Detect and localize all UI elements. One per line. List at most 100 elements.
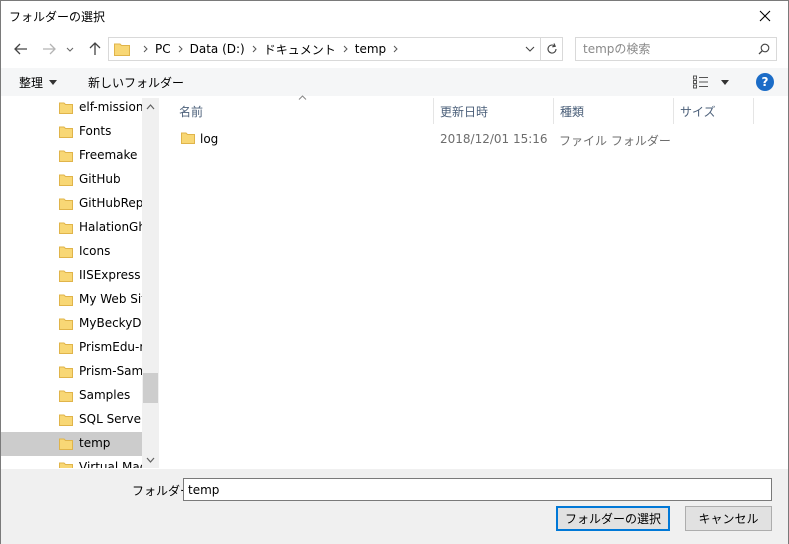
- breadcrumb-separator-icon[interactable]: [252, 45, 257, 53]
- organize-menu[interactable]: 整理: [19, 73, 58, 91]
- folder-icon: [59, 126, 73, 138]
- help-button[interactable]: ?: [756, 73, 774, 91]
- column-header-modified[interactable]: 更新日時: [440, 98, 488, 124]
- folder-name-input[interactable]: [183, 478, 772, 501]
- search-icon[interactable]: [758, 43, 770, 55]
- organize-label: 整理: [19, 75, 44, 90]
- command-bar: 整理 新しいフォルダー ?: [1, 68, 788, 96]
- tree-item[interactable]: Virtual Mach: [1, 456, 143, 468]
- tree-item[interactable]: SQL Server M: [1, 408, 143, 432]
- column-header-name[interactable]: 名前: [179, 98, 203, 124]
- column-divider[interactable]: [673, 98, 674, 124]
- breadcrumb-separator-icon[interactable]: [178, 45, 183, 53]
- folder-icon: [59, 198, 73, 210]
- folder-icon: [59, 174, 73, 186]
- address-history-dropdown[interactable]: [520, 38, 540, 60]
- tree-item[interactable]: HalationGho: [1, 216, 143, 240]
- tree-item[interactable]: Icons: [1, 240, 143, 264]
- tree-item[interactable]: PrismEdu-m: [1, 336, 143, 360]
- tree-item-label: Virtual Mach: [79, 460, 143, 468]
- new-folder-button[interactable]: 新しいフォルダー: [88, 73, 184, 91]
- tree-item[interactable]: Freemake: [1, 144, 143, 168]
- tree-item-label: Freemake: [79, 148, 138, 162]
- folder-icon: [59, 270, 73, 282]
- back-arrow-icon: [14, 43, 27, 55]
- chevron-up-icon: [146, 103, 155, 109]
- file-list[interactable]: 名前 更新日時 種類 サイズ log 2018/12/01 15:16 ファイル…: [161, 95, 788, 468]
- column-divider[interactable]: [753, 98, 754, 124]
- tree-item-label: Icons: [79, 244, 111, 258]
- tree-item[interactable]: My Web Site: [1, 288, 143, 312]
- breadcrumb-separator-icon[interactable]: [143, 45, 148, 53]
- tree-item-label: SQL Server M: [79, 412, 143, 426]
- column-divider[interactable]: [433, 98, 434, 124]
- tree-item[interactable]: elf-mission_: [1, 98, 143, 120]
- tree-item-label: Prism-Samp: [79, 364, 143, 378]
- search-box[interactable]: [575, 37, 777, 61]
- new-folder-label: 新しいフォルダー: [88, 75, 185, 90]
- tree-item-label: GitHubRepo: [79, 196, 143, 210]
- folder-icon: [59, 462, 73, 468]
- tree-item-label: My Web Site: [79, 292, 143, 306]
- refresh-button[interactable]: [540, 38, 562, 60]
- breadcrumb-pc[interactable]: PC: [155, 42, 171, 56]
- tree-item[interactable]: Fonts: [1, 120, 143, 144]
- address-bar[interactable]: PC Data (D:) ドキュメント temp: [108, 37, 563, 61]
- forward-arrow-icon: [43, 43, 56, 55]
- tree-item-label: MyBeckyDa: [79, 316, 143, 330]
- tree-item-label: PrismEdu-m: [79, 340, 143, 354]
- folder-icon: [59, 342, 73, 354]
- tree-item-label: HalationGho: [79, 220, 143, 234]
- breadcrumb-temp[interactable]: temp: [355, 42, 386, 56]
- breadcrumb-documents[interactable]: ドキュメント: [264, 41, 336, 58]
- folder-icon: [114, 43, 130, 56]
- column-divider[interactable]: [553, 98, 554, 124]
- folder-icon: [59, 150, 73, 162]
- folder-icon: [59, 438, 73, 450]
- chevron-down-icon: [525, 46, 535, 52]
- tree-item[interactable]: IISExpress: [1, 264, 143, 288]
- nav-scrollbar[interactable]: [142, 98, 159, 468]
- column-header-type[interactable]: 種類: [560, 98, 584, 124]
- scroll-thumb[interactable]: [143, 373, 158, 403]
- file-type: ファイル フォルダー: [559, 134, 671, 148]
- tree-item-label: Fonts: [79, 124, 112, 138]
- tree-item[interactable]: temp: [1, 432, 143, 456]
- tree-item[interactable]: Prism-Samp: [1, 360, 143, 384]
- folder-picker-dialog: フォルダーの選択 PC Data (D:) ドキュメント temp tempの検…: [0, 0, 789, 544]
- column-header-size[interactable]: サイズ: [680, 98, 716, 124]
- breadcrumb-separator-icon[interactable]: [393, 45, 398, 53]
- navigation-pane[interactable]: elf-mission_ Fonts Freemake GitHub GitHubRep…: [1, 98, 159, 468]
- chevron-down-icon: [146, 457, 155, 463]
- tree-item-label: Samples: [79, 388, 131, 402]
- breadcrumb-separator-icon[interactable]: [343, 45, 348, 53]
- folder-icon: [59, 318, 73, 330]
- folder-icon: [59, 102, 73, 114]
- forward-button[interactable]: [38, 38, 60, 60]
- folder-icon: [59, 390, 73, 402]
- folder-icon: [59, 246, 73, 258]
- tree-item[interactable]: MyBeckyDa: [1, 312, 143, 336]
- file-modified: 2018/12/01 15:16: [440, 132, 548, 146]
- tree-item-label: IISExpress: [79, 268, 141, 282]
- chevron-down-icon: [66, 47, 74, 52]
- change-view-button[interactable]: [693, 74, 731, 90]
- back-button[interactable]: [10, 38, 32, 60]
- scroll-down-button[interactable]: [142, 451, 159, 468]
- caret-down-icon: [49, 79, 58, 85]
- tree-item[interactable]: GitHub: [1, 168, 143, 192]
- tree-item[interactable]: GitHubRepo: [1, 192, 143, 216]
- title-bar: フォルダーの選択: [1, 1, 788, 31]
- recent-locations-button[interactable]: [63, 38, 77, 60]
- up-button[interactable]: [84, 38, 106, 60]
- tree-item-label: temp: [79, 436, 111, 450]
- breadcrumb-drive[interactable]: Data (D:): [190, 42, 245, 56]
- scroll-up-button[interactable]: [142, 98, 159, 115]
- file-row[interactable]: log 2018/12/01 15:16 ファイル フォルダー: [175, 128, 775, 150]
- search-input[interactable]: [576, 38, 751, 60]
- cancel-button[interactable]: キャンセル: [685, 506, 772, 531]
- close-button[interactable]: [742, 1, 788, 31]
- select-folder-button[interactable]: フォルダーの選択: [556, 506, 670, 531]
- tree-item[interactable]: Samples: [1, 384, 143, 408]
- close-icon: [759, 10, 771, 22]
